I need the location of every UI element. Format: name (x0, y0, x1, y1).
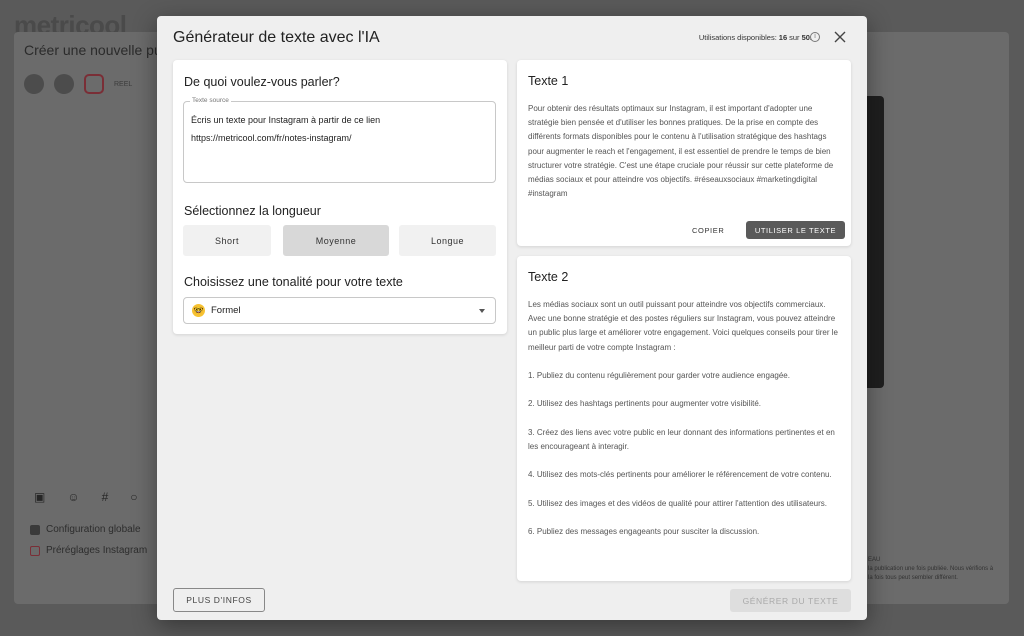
hashtag-icon: # (101, 490, 109, 504)
result-card-2: Texte 2 Les médias sociaux sont un outil… (517, 256, 851, 581)
config-item-global: Configuration globale (30, 524, 147, 535)
length-medium-button[interactable]: Moyenne (283, 225, 389, 256)
emoji-icon: ☺ (67, 490, 80, 504)
editor-toolbar: ▣ ☺ # ○ (34, 490, 138, 504)
comment-icon: ○ (130, 490, 138, 504)
result-body-2: Les médias sociaux sont un outil puissan… (528, 298, 842, 554)
result-paragraph: 2. Utilisez des hashtags pertinents pour… (528, 399, 762, 409)
config-list: Configuration globale Préréglages Instag… (30, 524, 147, 566)
result-paragraph: 4. Utilisez des mots-clés pertinents pou… (528, 470, 832, 480)
result-paragraph: 6. Publiez des messages engageants pour … (528, 527, 760, 537)
result-paragraph: 1. Publiez du contenu régulièrement pour… (528, 371, 790, 380)
length-short-button[interactable]: Short (183, 225, 271, 256)
length-title: Sélectionnez la longueur (184, 204, 321, 218)
info-icon[interactable]: i (810, 32, 820, 42)
nerd-emoji-icon: 🤓 (192, 304, 205, 317)
use-text-button[interactable]: UTILISER LE TEXTE (746, 221, 845, 239)
twitter-icon (24, 74, 44, 94)
ai-text-generator-modal: Générateur de texte avec l'IA Utilisatio… (157, 16, 867, 620)
result-body-1: Pour obtenir des résultats optimaux sur … (528, 104, 834, 199)
tone-value: Formel (211, 305, 241, 316)
generator-form: De quoi voulez-vous parler? Texte source… (173, 60, 507, 334)
tone-select[interactable]: 🤓 Formel (183, 297, 496, 324)
close-icon[interactable] (833, 30, 847, 44)
usage-counter: Utilisations disponibles: 16 sur 50. (698, 33, 812, 42)
source-text-value[interactable]: Écris un texte pour Instagram à partir d… (191, 111, 491, 147)
copy-button[interactable]: COPIER (692, 221, 724, 239)
source-label: Texte source (190, 97, 231, 104)
result-title-1: Texte 1 (528, 74, 569, 88)
generate-text-button[interactable]: GÉNÉRER DU TEXTE (730, 589, 851, 612)
media-icon: ▣ (34, 490, 46, 504)
source-text-field[interactable]: Texte source Écris un texte pour Instagr… (183, 97, 496, 183)
length-long-button[interactable]: Longue (399, 225, 496, 256)
reel-label: REEL (114, 80, 133, 88)
result-paragraph: 3. Créez des liens avec votre public en … (528, 427, 835, 451)
result-title-2: Texte 2 (528, 270, 569, 284)
config-item-instagram: Préréglages Instagram (30, 545, 147, 556)
result-paragraph: 5. Utilisez des images et des vidéos de … (528, 498, 828, 508)
instagram-icon (84, 74, 104, 94)
result-card-1: Texte 1 Pour obtenir des résultats optim… (517, 60, 851, 246)
tone-title: Choisissez une tonalité pour votre texte (184, 275, 403, 289)
instagram-small-icon (30, 545, 40, 556)
topic-title: De quoi voulez-vous parler? (184, 75, 340, 89)
background-preview (866, 96, 884, 388)
social-network-row: REEL (24, 74, 132, 94)
chevron-down-icon (479, 309, 485, 313)
more-info-button[interactable]: PLUS D'INFOS (173, 588, 265, 612)
result-paragraph: Les médias sociaux sont un outil puissan… (528, 300, 838, 352)
facebook-icon (54, 74, 74, 94)
gear-icon (30, 524, 40, 535)
modal-header: Générateur de texte avec l'IA Utilisatio… (157, 16, 867, 60)
modal-title: Générateur de texte avec l'IA (173, 29, 380, 46)
background-note: EAU la publication une fois publiée. Nou… (868, 557, 994, 581)
